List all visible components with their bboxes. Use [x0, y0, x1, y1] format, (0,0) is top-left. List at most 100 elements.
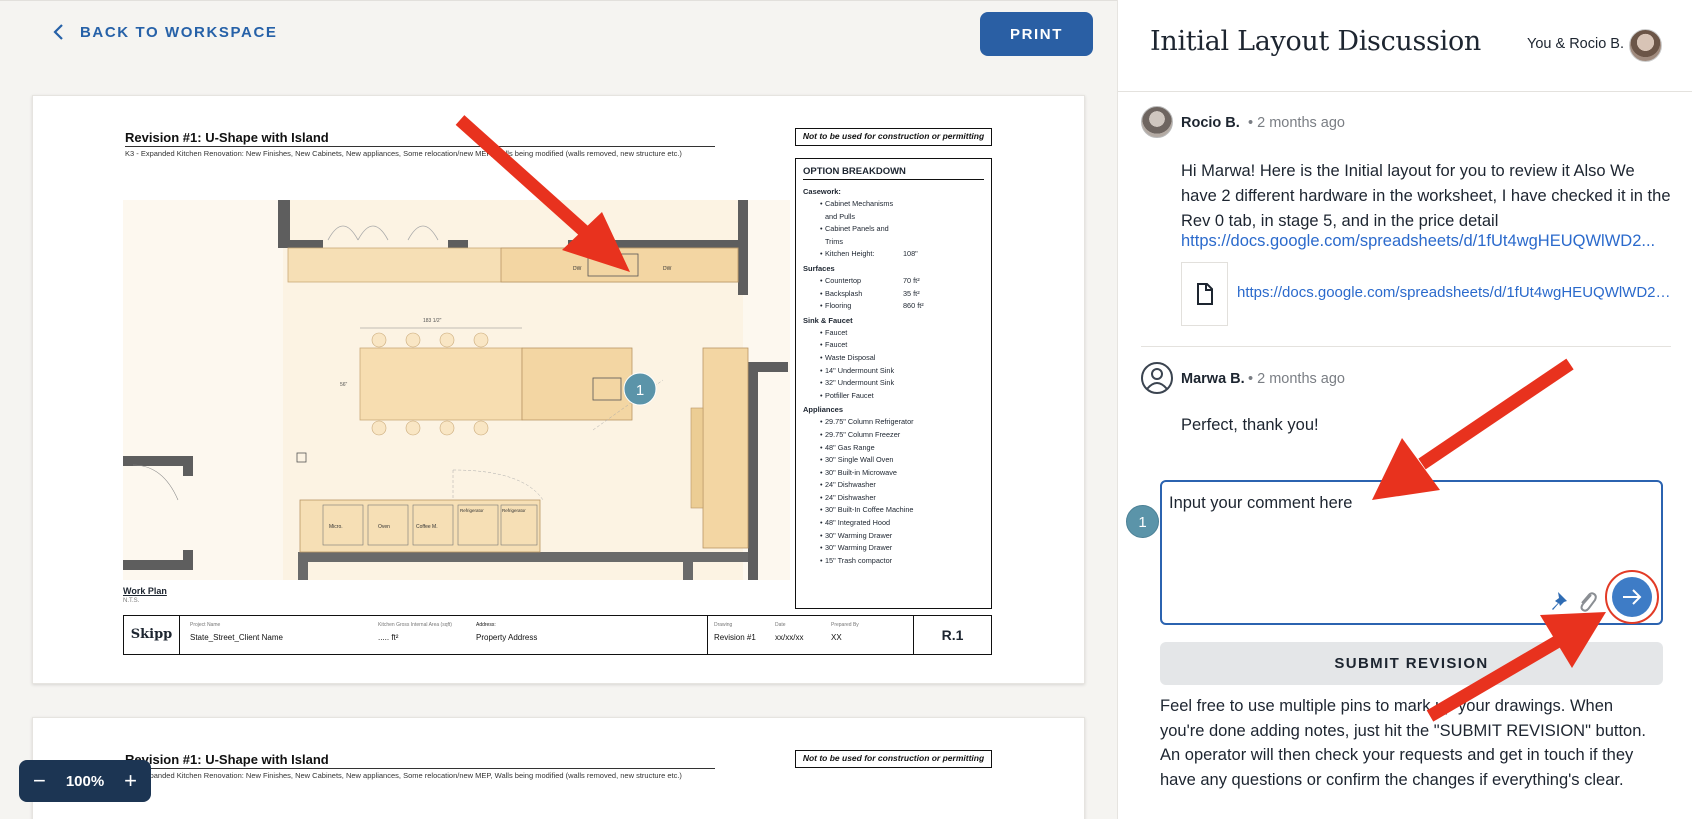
option-item: 30" Single Wall Oven [803, 454, 984, 467]
participant-avatar [1629, 29, 1662, 62]
sheet-number: R.1 [913, 616, 991, 654]
zoom-level: 100% [65, 772, 105, 790]
meta-separator: • [1248, 115, 1254, 131]
pin-icon[interactable] [1550, 589, 1572, 613]
comment-meta: • 2 months ago [1248, 115, 1345, 131]
option-item: 15" Trash compactor [803, 555, 984, 568]
construction-warning-2: Not to be used for construction or permi… [795, 750, 992, 768]
option-item: Backsplash35 ft² [803, 288, 984, 301]
option-item: 14" Undermount Sink [803, 365, 984, 378]
comment-body: Hi Marwa! Here is the Initial layout for… [1181, 162, 1671, 230]
help-text: Feel free to use multiple pins to mark u… [1160, 697, 1646, 789]
meta-separator: • [1248, 371, 1254, 387]
chevron-left-icon [53, 24, 63, 40]
option-item: 24" Dishwasher [803, 492, 984, 505]
option-item: Potfiller Faucet [803, 390, 984, 403]
option-item: Countertop70 ft² [803, 275, 984, 288]
nts-label: N.T.S. [123, 598, 140, 604]
option-item: Kitchen Height:108" [803, 248, 984, 261]
paperclip-icon[interactable] [1576, 589, 1598, 613]
comment-author: Rocio B. [1181, 115, 1240, 131]
zoom-in-button[interactable]: + [124, 770, 137, 792]
option-section-title: Surfaces [803, 263, 835, 273]
send-button[interactable] [1612, 577, 1652, 617]
zoom-control: − 100% + [19, 760, 151, 802]
comment-body: Perfect, thank you! [1181, 416, 1319, 434]
comment-author: Marwa B. [1181, 371, 1245, 387]
option-item: 30" Warming Drawer [803, 542, 984, 555]
back-label: BACK TO WORKSPACE [80, 23, 278, 41]
print-button[interactable]: PRINT [980, 12, 1093, 56]
option-section-title: Casework: [803, 187, 841, 196]
prepared-value: XX [831, 633, 842, 642]
title-underline [125, 146, 715, 147]
option-item: Cabinet Panels and Trims [803, 223, 984, 248]
option-section-title: Sink & Faucet [803, 315, 853, 325]
option-item: 32" Undermount Sink [803, 377, 984, 390]
option-section-title: Appliances [803, 405, 844, 415]
project-name-value: State_Street_Client Name [190, 633, 283, 642]
option-item: Cabinet Mechanisms and Pulls [803, 198, 984, 223]
drawing-label: Drawing [714, 622, 733, 628]
project-name-label: Project Name [190, 622, 221, 628]
drawing-subtitle: K3 - Expanded Kitchen Renovation: New Fi… [125, 149, 682, 158]
comment-divider [1141, 346, 1671, 347]
drawing-title-2: Revision #1: U-Shape with Island [125, 752, 329, 767]
plan-label-coffee: Coffee M. [416, 524, 438, 530]
submit-revision-button[interactable]: SUBMIT REVISION [1160, 642, 1663, 685]
address-label: Address: [476, 622, 496, 628]
comment-time: 2 months ago [1257, 371, 1345, 387]
option-item: Faucet [803, 339, 984, 352]
plan-label-fridge2: Refrigerator [502, 508, 526, 513]
arrow-right-icon [1623, 589, 1642, 605]
option-item: 48" Integrated Hood [803, 517, 984, 530]
title-underline [125, 768, 715, 769]
area-value: ..... ft² [378, 633, 399, 642]
drawing-value: Revision #1 [714, 633, 756, 642]
plan-label-oven: Oven [378, 524, 390, 530]
title-block-divider [707, 616, 708, 654]
option-breakdown: OPTION BREAKDOWN Casework: Cabinet Mecha… [795, 158, 992, 609]
header-divider [1118, 91, 1692, 92]
discussion-panel: Initial Layout Discussion You & Rocio B.… [1117, 0, 1692, 819]
pin-badge: 1 [1126, 505, 1159, 538]
drawing-viewer: BACK TO WORKSPACE PRINT Revision #1: U-S… [0, 0, 1117, 819]
map-pin-number: 1 [636, 382, 644, 399]
avatar [1141, 106, 1173, 138]
option-item: Faucet [803, 327, 984, 340]
option-item: 30" Built-In Coffee Machine [803, 504, 984, 517]
option-item: 29.75" Column Freezer [803, 429, 984, 442]
discussion-title: Initial Layout Discussion [1150, 26, 1481, 57]
drawing-title: Revision #1: U-Shape with Island [125, 130, 329, 145]
option-item: 30" Built-in Microwave [803, 467, 984, 480]
plan-label-dw2: DW [663, 266, 672, 272]
attachment-link[interactable]: https://docs.google.com/spreadsheets/d/1… [1237, 284, 1673, 301]
user-icon [1146, 368, 1168, 390]
skipp-logo: Skipp [124, 616, 180, 654]
zoom-out-button[interactable]: − [33, 770, 46, 792]
participants: You & Rocio B. [1527, 36, 1624, 52]
option-item: 24" Dishwasher [803, 479, 984, 492]
comment-link[interactable]: https://docs.google.com/spreadsheets/d/1… [1181, 232, 1671, 251]
comment-meta: • 2 months ago [1248, 371, 1345, 387]
drawing-sheet[interactable]: Revision #1: U-Shape with Island K3 - Ex… [32, 95, 1085, 684]
option-breakdown-title: OPTION BREAKDOWN [803, 166, 984, 180]
date-value: xx/xx/xx [775, 633, 804, 642]
plan-label-micro: Micro. [329, 524, 343, 530]
option-item: Waste Disposal [803, 352, 984, 365]
title-block: Skipp Project Name State_Street_Client N… [123, 615, 992, 655]
option-item: 30" Warming Drawer [803, 530, 984, 543]
back-to-workspace-link[interactable]: BACK TO WORKSPACE [52, 23, 277, 41]
plan-label-island-depth: 56" [340, 382, 348, 388]
option-item: 29.75" Column Refrigerator [803, 416, 984, 429]
comment-time: 2 months ago [1257, 115, 1345, 131]
drawing-subtitle-2: K3 - Expanded Kitchen Renovation: New Fi… [125, 771, 682, 780]
floor-plan: DW DW 183 1/2" 56" Micro. Oven Coffee M.… [123, 200, 790, 580]
option-item: Flooring860 ft² [803, 300, 984, 313]
plan-label-fridge1: Refrigerator [460, 508, 484, 513]
drawing-sheet-2[interactable]: Revision #1: U-Shape with Island K3 - Ex… [32, 717, 1085, 819]
option-item: 48" Gas Range [803, 442, 984, 455]
work-plan-label: Work Plan [123, 586, 167, 596]
area-label: Kitchen Gross Internal Area (sqft) [378, 622, 452, 628]
attachment-thumbnail[interactable] [1181, 262, 1228, 326]
